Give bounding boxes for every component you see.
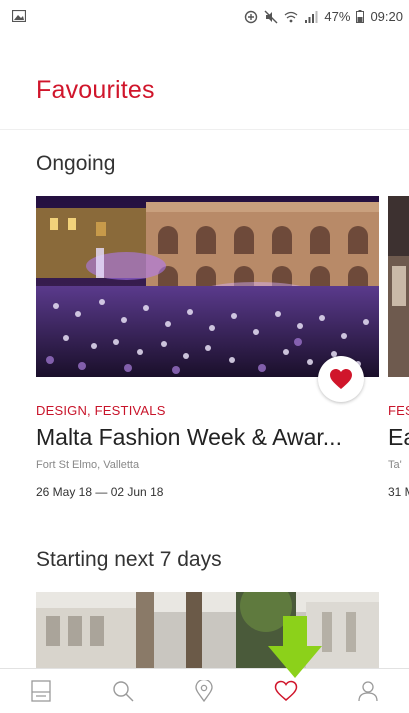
nav-item-search[interactable] [93, 669, 153, 713]
nav-item-profile[interactable] [338, 669, 398, 713]
event-image[interactable] [36, 592, 379, 668]
battery-icon [356, 10, 365, 23]
profile-icon [358, 681, 378, 702]
nav-item-listings[interactable] [11, 669, 71, 713]
event-dates: 26 May 18 — 02 Jun 18 [36, 485, 164, 499]
search-icon [112, 681, 134, 702]
signal-icon [305, 10, 318, 23]
section-title-ongoing: Ongoing [36, 152, 116, 175]
event-card[interactable]: FES Ea Ta' 31 M [388, 196, 409, 499]
arrow-down-icon [268, 616, 322, 678]
listings-icon [31, 680, 51, 702]
event-image [36, 196, 379, 377]
nav-item-map[interactable] [174, 669, 234, 713]
event-dates: 31 M [388, 485, 409, 499]
bottom-nav [0, 668, 409, 713]
mute-icon [264, 10, 278, 23]
event-name: Ea [388, 424, 409, 450]
status-time: 09:20 [370, 9, 403, 24]
section-title-next-7-days: Starting next 7 days [36, 548, 222, 571]
battery-percent: 47% [324, 9, 351, 24]
map-pin-icon [195, 680, 214, 702]
event-name: Malta Fashion Week & Awar... [36, 424, 342, 450]
event-category: FES [388, 403, 409, 418]
event-venue: Ta' [388, 459, 402, 471]
heart-filled-icon [330, 369, 352, 389]
page-title: Favourites [36, 76, 155, 104]
status-bar: 47% 09:20 [0, 0, 409, 34]
data-saver-icon [245, 10, 258, 23]
event-image [388, 196, 409, 377]
image-notification-icon [12, 10, 26, 22]
wifi-icon [285, 11, 298, 22]
heart-icon [275, 680, 298, 701]
event-card[interactable]: DESIGN, FESTIVALS Malta Fashion Week & A… [36, 196, 379, 499]
favourite-button[interactable] [318, 356, 364, 402]
header-divider [0, 129, 409, 130]
event-category: DESIGN, FESTIVALS [36, 403, 166, 418]
event-venue: Fort St Elmo, Valletta [36, 459, 140, 471]
